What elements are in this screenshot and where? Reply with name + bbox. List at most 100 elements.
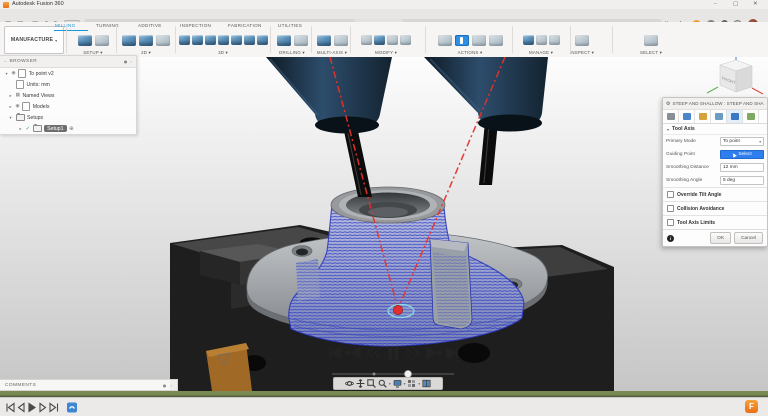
- delete-toolpath-icon[interactable]: [374, 35, 385, 45]
- group-3d-label[interactable]: 3D ▾: [176, 50, 270, 56]
- skip-end-button[interactable]: [447, 348, 457, 359]
- pause-button[interactable]: [389, 347, 398, 359]
- new-setup-icon[interactable]: [78, 35, 92, 46]
- maximize-button[interactable]: ▢: [733, 1, 738, 8]
- caret-down-icon[interactable]: ▾: [404, 382, 406, 386]
- tree-item-named-views[interactable]: ▸ ▦ Named Views: [0, 90, 136, 101]
- swarf-icon[interactable]: [317, 35, 331, 46]
- cancel-button[interactable]: Cancel: [734, 232, 763, 244]
- dialog-header[interactable]: ⚙ STEEP AND SHALLOW : STEEP AND SHALLOW: [663, 98, 767, 110]
- setup-sheet-doc-icon[interactable]: [489, 35, 503, 46]
- thread-icon[interactable]: [387, 35, 398, 45]
- setup1-selected-badge[interactable]: Setup1: [44, 125, 66, 132]
- templates-icon[interactable]: [536, 35, 547, 45]
- task-manager-icon[interactable]: [549, 35, 560, 45]
- tab-geometry[interactable]: [679, 110, 695, 123]
- edit-points-icon[interactable]: [400, 35, 411, 45]
- post-process-icon[interactable]: [472, 35, 486, 46]
- measure-icon[interactable]: [575, 35, 589, 46]
- simulate-icon[interactable]: [455, 35, 469, 46]
- selection-box-icon[interactable]: [644, 35, 658, 46]
- orbit-icon[interactable]: [345, 379, 354, 388]
- fusion-job-status-icon[interactable]: F: [745, 400, 758, 413]
- browser-header[interactable]: – BROWSER ● ›: [0, 56, 136, 68]
- 2d-pocket-icon[interactable]: [139, 35, 153, 46]
- chevron-icon[interactable]: ›: [130, 59, 132, 64]
- tool-axis-limits-section[interactable]: Tool Axis Limits: [663, 215, 767, 229]
- smoothing-distance-input[interactable]: 12 mm: [720, 163, 764, 172]
- pan-icon[interactable]: [356, 379, 365, 388]
- ramp-icon[interactable]: [244, 35, 255, 45]
- tab-passes[interactable]: [711, 110, 727, 123]
- collision-avoidance-section[interactable]: Collision Avoidance: [663, 201, 767, 215]
- primary-mode-select[interactable]: To point ▾: [720, 137, 764, 146]
- drill-icon[interactable]: [277, 35, 291, 46]
- tree-item-models[interactable]: ▸ ◉ Models: [0, 101, 136, 112]
- adaptive-clearing-icon[interactable]: [179, 35, 190, 45]
- pocket-clearing-icon[interactable]: [192, 35, 203, 45]
- caret-down-icon[interactable]: ▾: [418, 382, 420, 386]
- info-icon[interactable]: i: [667, 235, 674, 242]
- contour-icon[interactable]: [231, 35, 242, 45]
- group-actions-label[interactable]: ACTIONS ▾: [428, 50, 512, 56]
- tab-tool[interactable]: [663, 110, 679, 123]
- tab-utilities[interactable]: UTILITIES: [278, 23, 302, 28]
- guiding-point-select-button[interactable]: Select: [720, 150, 764, 159]
- override-tilt-angle-section[interactable]: Override Tilt Angle: [663, 187, 767, 201]
- face-icon[interactable]: [156, 35, 170, 46]
- timeline-end-icon[interactable]: [50, 404, 58, 412]
- timeline-start-icon[interactable]: [7, 404, 14, 412]
- tree-item-document[interactable]: ▾ ◉ To point v2: [0, 68, 136, 79]
- caret-collapsed-icon[interactable]: ▸: [8, 93, 13, 98]
- display-settings-icon[interactable]: [393, 379, 402, 388]
- tab-linking[interactable]: [727, 110, 743, 123]
- tab-inspection[interactable]: INSPECTION: [180, 23, 211, 28]
- tool-axis-section-header[interactable]: ▾ Tool Axis: [663, 124, 767, 135]
- tree-item-units[interactable]: Units: mm: [0, 79, 136, 90]
- tab-fabrication[interactable]: FABRICATION: [228, 23, 262, 28]
- rewind-button[interactable]: [367, 348, 381, 359]
- caret-down-icon[interactable]: ▾: [389, 382, 391, 386]
- grid-settings-icon[interactable]: [407, 379, 416, 388]
- tab-additive[interactable]: ADDITIVE: [138, 23, 162, 28]
- next-operation-button[interactable]: [427, 348, 441, 359]
- ok-button[interactable]: OK: [710, 232, 731, 244]
- group-multiaxis-label[interactable]: MULTI-AXIS ▾: [312, 50, 352, 56]
- caret-expanded-icon[interactable]: ▾: [4, 71, 9, 76]
- skip-start-button[interactable]: [330, 348, 340, 359]
- zoom-window-icon[interactable]: [367, 379, 376, 388]
- generate-icon[interactable]: [438, 35, 452, 46]
- chevron-icon[interactable]: ›: [170, 383, 172, 388]
- setup-sheet-icon[interactable]: [95, 35, 109, 46]
- spiral-icon[interactable]: [257, 35, 268, 45]
- checkbox-icon[interactable]: [667, 191, 674, 198]
- group-inspect-label[interactable]: INSPECT ▾: [562, 50, 602, 56]
- timeline-step-back-icon[interactable]: [19, 404, 25, 412]
- 2d-adaptive-icon[interactable]: [122, 35, 136, 46]
- checkbox-icon[interactable]: [667, 219, 674, 226]
- fast-forward-button[interactable]: [405, 348, 419, 359]
- bore-icon[interactable]: [294, 35, 308, 46]
- tab-heights[interactable]: [695, 110, 711, 123]
- group-manage-label[interactable]: MANAGE ▾: [514, 50, 568, 56]
- comments-panel[interactable]: COMMENTS ● ›: [0, 379, 178, 391]
- viewports-icon[interactable]: [422, 379, 431, 388]
- timeline-play-icon[interactable]: [29, 404, 35, 412]
- parallel-icon[interactable]: [218, 35, 229, 45]
- guiding-point[interactable]: [388, 305, 414, 318]
- group-select-label[interactable]: SELECT ▾: [630, 50, 672, 56]
- rotary-icon[interactable]: [334, 35, 348, 46]
- steep-shallow-icon[interactable]: [205, 35, 216, 45]
- caret-expanded-icon[interactable]: ▾: [8, 115, 13, 120]
- timeline-options-icon[interactable]: [67, 403, 77, 413]
- checkbox-icon[interactable]: [667, 205, 674, 212]
- close-button[interactable]: ✕: [753, 1, 758, 8]
- timeline-step-forward-icon[interactable]: [40, 404, 46, 412]
- group-drilling-label[interactable]: DRILLING ▾: [272, 50, 312, 56]
- previous-operation-button[interactable]: [346, 348, 360, 359]
- smoothing-angle-input[interactable]: 5 deg: [720, 176, 764, 185]
- collapse-icon[interactable]: –: [4, 59, 7, 65]
- tree-item-setups[interactable]: ▾ Setups: [0, 112, 136, 123]
- zoom-icon[interactable]: [378, 379, 387, 388]
- minimize-button[interactable]: –: [714, 1, 717, 8]
